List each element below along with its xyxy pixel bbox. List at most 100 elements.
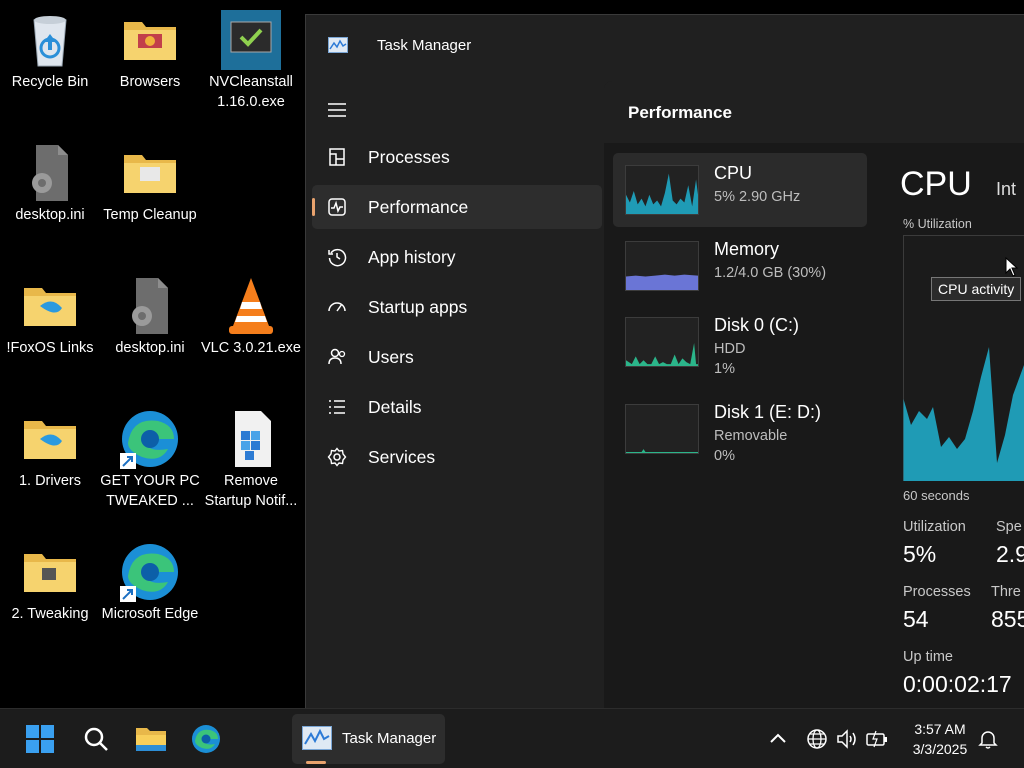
windows-logo-icon bbox=[26, 725, 54, 753]
folder-icon bbox=[20, 542, 80, 602]
nav-item-performance[interactable]: Performance bbox=[312, 185, 602, 229]
edge-icon bbox=[120, 542, 180, 602]
notifications-button[interactable] bbox=[970, 719, 1006, 759]
taskbar-task-manager-button[interactable]: Task Manager bbox=[292, 714, 445, 764]
desktop-icon-label: Microsoft Edge bbox=[101, 606, 199, 622]
desktop-icon-desktop-ini-1[interactable]: desktop.ini bbox=[0, 143, 100, 225]
desktop-icon-recycle-bin[interactable]: Recycle Bin bbox=[0, 10, 100, 92]
task-manager-window[interactable]: Task Manager Processes Performance App h… bbox=[305, 14, 1024, 708]
show-hidden-icons-button[interactable] bbox=[758, 719, 798, 759]
task-manager-icon bbox=[328, 37, 348, 53]
details-icon bbox=[326, 396, 348, 418]
nav-item-app-history[interactable]: App history bbox=[312, 235, 602, 279]
desktop-icon-desktop-ini-2[interactable]: desktop.ini bbox=[100, 276, 200, 358]
edge-icon bbox=[120, 409, 180, 469]
desktop-icon-browsers[interactable]: Browsers bbox=[100, 10, 200, 92]
desktop-icon-vlc[interactable]: VLC 3.0.21.exe bbox=[201, 276, 301, 358]
window-title: Task Manager bbox=[377, 37, 472, 54]
desktop-icon-remove-startup-notif[interactable]: Remove Startup Notif... bbox=[201, 409, 301, 511]
threads-value: 855 bbox=[991, 606, 1024, 632]
nav-item-label: Startup apps bbox=[368, 296, 468, 317]
desktop-icon-nvcleanstall[interactable]: NVCleanstall 1.16.0.exe bbox=[201, 10, 301, 112]
services-icon bbox=[326, 446, 348, 468]
resource-disk-0[interactable]: Disk 0 (C:) HDD 1% bbox=[613, 305, 867, 379]
performance-page: Performance CPU 5% 2.90 GHz Memory 1.2/4… bbox=[604, 81, 1024, 708]
speed-label: Spe bbox=[996, 519, 1022, 535]
nvcleanstall-icon bbox=[221, 10, 281, 70]
nav-item-processes[interactable]: Processes bbox=[312, 135, 602, 179]
desktop-icon-label: 2. Tweaking bbox=[11, 606, 89, 622]
cpu-detail-panel: CPU Int % Utilization 60 seconds Utiliza… bbox=[900, 143, 1024, 708]
desktop-icon-label: !FoxOS Links bbox=[6, 340, 94, 356]
performance-icon bbox=[326, 196, 348, 218]
desktop-icon-label: NVCleanstall 1.16.0.exe bbox=[209, 74, 293, 110]
taskbar-item-label: Task Manager bbox=[342, 730, 437, 747]
resource-name: Memory bbox=[714, 239, 780, 259]
nav-item-users[interactable]: Users bbox=[312, 335, 602, 379]
resource-stat: Removable bbox=[714, 428, 788, 444]
desktop-icon-get-your-pc-tweaked[interactable]: GET YOUR PC TWEAKED ... bbox=[100, 409, 200, 511]
file-explorer-icon bbox=[136, 728, 166, 751]
resource-name: Disk 1 (E: D:) bbox=[714, 402, 822, 422]
system-clock[interactable]: 3:57 AM 3/3/2025 bbox=[902, 719, 978, 759]
desktop-icon-label: desktop.ini bbox=[115, 340, 185, 356]
resource-usage: 1% bbox=[714, 361, 735, 377]
settings-file-icon bbox=[120, 276, 180, 336]
clock-date: 3/3/2025 bbox=[912, 741, 968, 757]
settings-file-icon bbox=[20, 143, 80, 203]
page-title: Performance bbox=[628, 103, 732, 122]
detail-title: CPU bbox=[900, 165, 972, 203]
nav-item-label: Processes bbox=[368, 146, 450, 167]
desktop-icon-temp-cleanup[interactable]: Temp Cleanup bbox=[100, 143, 200, 225]
resource-usage: 0% bbox=[714, 448, 735, 464]
processes-value: 54 bbox=[903, 606, 929, 632]
nav-item-services[interactable]: Services bbox=[312, 435, 602, 479]
nav-item-label: Users bbox=[368, 346, 414, 367]
clock-time: 3:57 AM bbox=[914, 721, 966, 737]
edge-taskbar-button[interactable] bbox=[186, 719, 226, 759]
desktop-icon-label: Recycle Bin bbox=[11, 74, 89, 90]
search-button[interactable] bbox=[76, 719, 116, 759]
task-manager-icon bbox=[302, 726, 332, 750]
chevron-up-icon bbox=[770, 733, 786, 743]
desktop-icon-label: Browsers bbox=[119, 74, 181, 90]
resource-memory[interactable]: Memory 1.2/4.0 GB (30%) bbox=[613, 229, 867, 303]
nav-item-startup-apps[interactable]: Startup apps bbox=[312, 285, 602, 329]
file-explorer-button[interactable] bbox=[131, 719, 171, 759]
battery-button[interactable] bbox=[859, 719, 895, 759]
desktop-icon-tweaking[interactable]: 2. Tweaking bbox=[0, 542, 100, 624]
folder-icon bbox=[20, 276, 80, 336]
threads-label: Thre bbox=[991, 584, 1021, 600]
edge-icon bbox=[192, 725, 220, 753]
uptime-label: Up time bbox=[903, 649, 953, 665]
folder-icon bbox=[20, 409, 80, 469]
disk1-sparkline bbox=[625, 404, 699, 454]
globe-icon bbox=[807, 729, 827, 749]
resource-disk-1[interactable]: Disk 1 (E: D:) Removable 0% bbox=[613, 392, 867, 466]
start-button[interactable] bbox=[20, 719, 60, 759]
history-icon bbox=[326, 246, 348, 268]
resource-stat: 1.2/4.0 GB (30%) bbox=[714, 265, 827, 281]
resource-cpu[interactable]: CPU 5% 2.90 GHz bbox=[613, 153, 867, 227]
battery-icon bbox=[866, 730, 887, 748]
processes-icon bbox=[326, 146, 348, 168]
utilization-value: 5% bbox=[903, 541, 937, 567]
speed-value: 2.9 bbox=[996, 541, 1024, 567]
navigation-pane: Processes Performance App history Startu… bbox=[312, 135, 602, 485]
desktop-icon-microsoft-edge[interactable]: Microsoft Edge bbox=[100, 542, 200, 624]
nav-item-label: Details bbox=[368, 396, 422, 417]
nav-item-details[interactable]: Details bbox=[312, 385, 602, 429]
title-bar[interactable]: Task Manager bbox=[306, 15, 1024, 79]
resource-stat: 5% 2.90 GHz bbox=[714, 189, 801, 205]
vlc-icon bbox=[221, 276, 281, 336]
registry-file-icon bbox=[221, 409, 281, 469]
disk0-sparkline bbox=[625, 317, 699, 367]
desktop-icon-label: desktop.ini bbox=[15, 207, 85, 223]
startup-icon bbox=[326, 296, 348, 318]
resource-name: CPU bbox=[714, 163, 753, 183]
resource-name: Disk 0 (C:) bbox=[714, 315, 799, 335]
hamburger-menu-icon[interactable] bbox=[326, 101, 348, 119]
desktop-icon-drivers[interactable]: 1. Drivers bbox=[0, 409, 100, 491]
desktop-icon-foxos-links[interactable]: !FoxOS Links bbox=[0, 276, 100, 358]
desktop-icon-label: Temp Cleanup bbox=[103, 207, 197, 223]
